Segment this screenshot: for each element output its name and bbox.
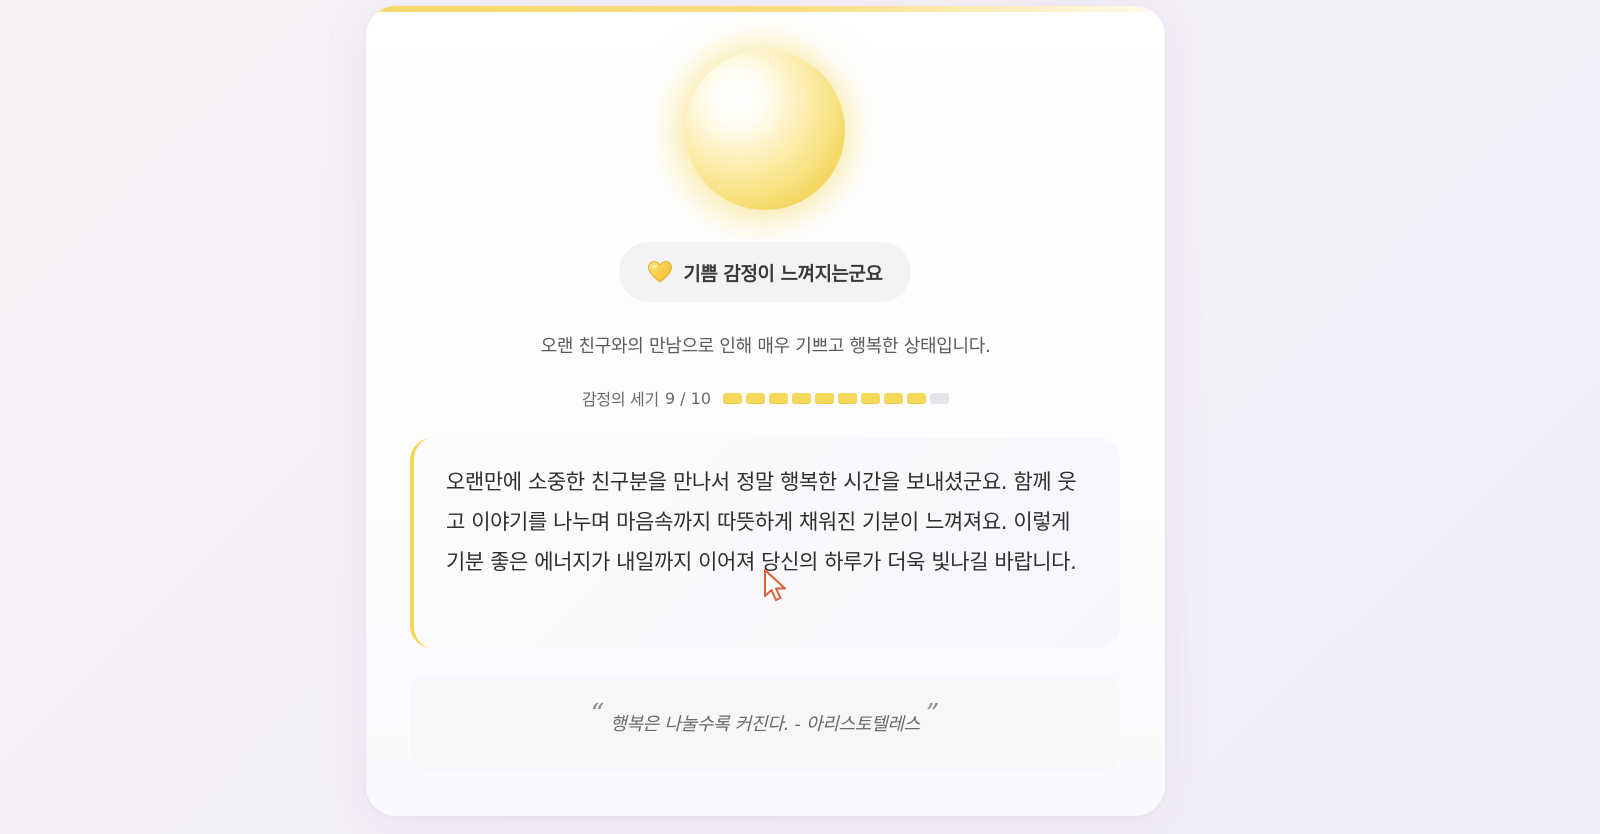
intensity-segment-filled (838, 392, 857, 404)
empathy-message: 오랜만에 소중한 친구분을 만나서 정말 행복한 시간을 보내셨군요. 함께 웃… (446, 470, 1077, 574)
emotion-summary: 오랜 친구와의 만남으로 인해 매우 기쁘고 행복한 상태입니다. (540, 336, 991, 357)
mouse-pointer-icon (762, 568, 790, 604)
emotion-badge: 기쁨 감정이 느껴지는군요 (619, 242, 911, 302)
intensity-segment-filled (723, 392, 742, 404)
emotion-orb (685, 50, 845, 210)
empathy-message-box: 오랜만에 소중한 친구분을 만나서 정말 행복한 시간을 보내셨군요. 함께 웃… (410, 438, 1120, 648)
intensity-meter (723, 392, 949, 404)
emotion-label: 기쁨 감정이 느껴지는군요 (683, 262, 883, 285)
intensity-value: 9 / 10 (664, 388, 711, 408)
card-accent-bar (366, 6, 1165, 12)
intensity-label: 감정의 세기 (582, 390, 659, 409)
yellow-heart-icon (647, 259, 673, 285)
quote-box: “ 행복은 나눌수록 커진다. - 아리스토텔레스 ” (410, 675, 1120, 770)
quote-close-mark: ” (925, 698, 940, 729)
intensity-segment-filled (746, 392, 765, 404)
intensity-segment-filled (907, 392, 926, 404)
quote-text: 행복은 나눌수록 커진다. - 아리스토텔레스 (610, 713, 920, 735)
intensity-segment-empty (930, 392, 949, 404)
intensity-segment-filled (815, 392, 834, 404)
intensity-segment-filled (769, 392, 788, 404)
intensity-segment-filled (861, 392, 880, 404)
intensity-segment-filled (884, 392, 903, 404)
emotion-result-card: 기쁨 감정이 느껴지는군요 오랜 친구와의 만남으로 인해 매우 기쁘고 행복한… (366, 6, 1165, 816)
intensity-row: 감정의 세기 9 / 10 (366, 386, 1165, 410)
quote-open-mark: “ (590, 698, 605, 729)
intensity-segment-filled (792, 392, 811, 404)
